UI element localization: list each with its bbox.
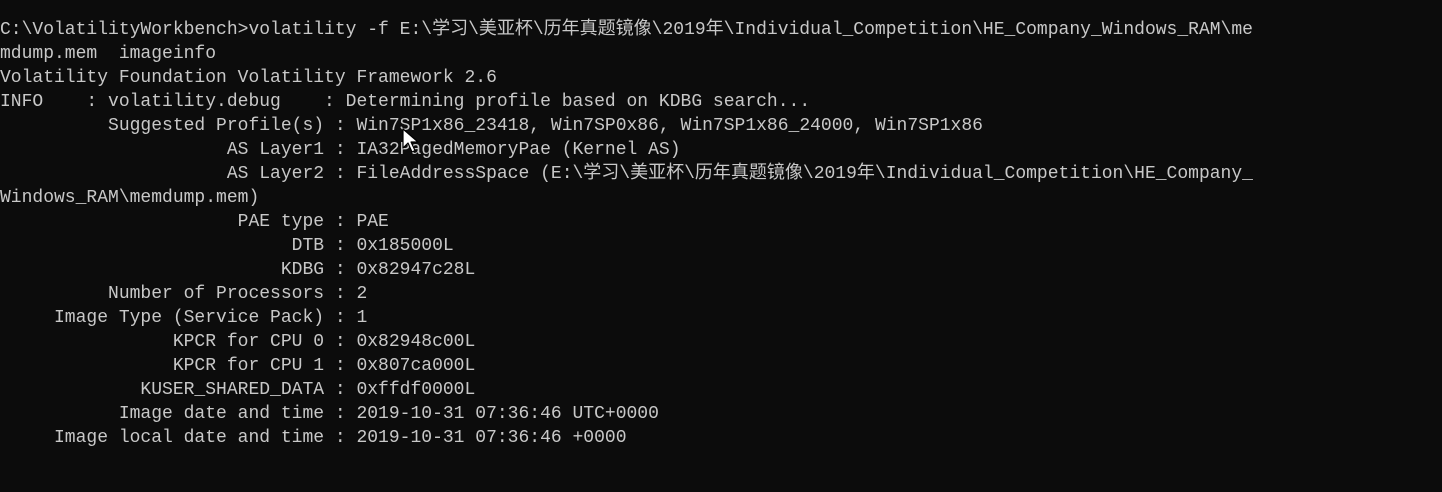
console-line-image-type: Image Type (Service Pack) : 1 (0, 308, 368, 328)
console-line-command-continued: mdump.mem imageinfo (0, 44, 217, 64)
console-line-kuser-shared-data: KUSER_SHARED_DATA : 0xffdf0000L (0, 380, 476, 400)
console-window[interactable]: C:\VolatilityWorkbench>volatility -f E:\… (0, 0, 1442, 492)
console-line-banner: Volatility Foundation Volatility Framewo… (0, 68, 497, 88)
mouse-pointer-icon (402, 128, 419, 153)
console-line-processors: Number of Processors : 2 (0, 284, 368, 304)
console-line-kdbg: KDBG : 0x82947c28L (0, 260, 476, 280)
console-line-dtb: DTB : 0x185000L (0, 236, 454, 256)
console-line-info: INFO : volatility.debug : Determining pr… (0, 92, 811, 112)
console-line-kpcr-cpu1: KPCR for CPU 1 : 0x807ca000L (0, 356, 476, 376)
console-line-kpcr-cpu0: KPCR for CPU 0 : 0x82948c00L (0, 332, 476, 352)
console-line-as-layer2: AS Layer2 : FileAddressSpace (E:\学习\美亚杯\… (0, 164, 1253, 184)
console-line-as-layer1: AS Layer1 : IA32PagedMemoryPae (Kernel A… (0, 140, 681, 160)
console-line-pae-type: PAE type : PAE (0, 212, 389, 232)
console-line-image-local-date: Image local date and time : 2019-10-31 0… (0, 428, 627, 448)
console-line-image-date: Image date and time : 2019-10-31 07:36:4… (0, 404, 659, 424)
console-line-command: C:\VolatilityWorkbench>volatility -f E:\… (0, 20, 1253, 40)
console-line-as-layer2-continued: Windows_RAM\memdump.mem) (0, 188, 260, 208)
console-line-suggested-profiles: Suggested Profile(s) : Win7SP1x86_23418,… (0, 116, 983, 136)
